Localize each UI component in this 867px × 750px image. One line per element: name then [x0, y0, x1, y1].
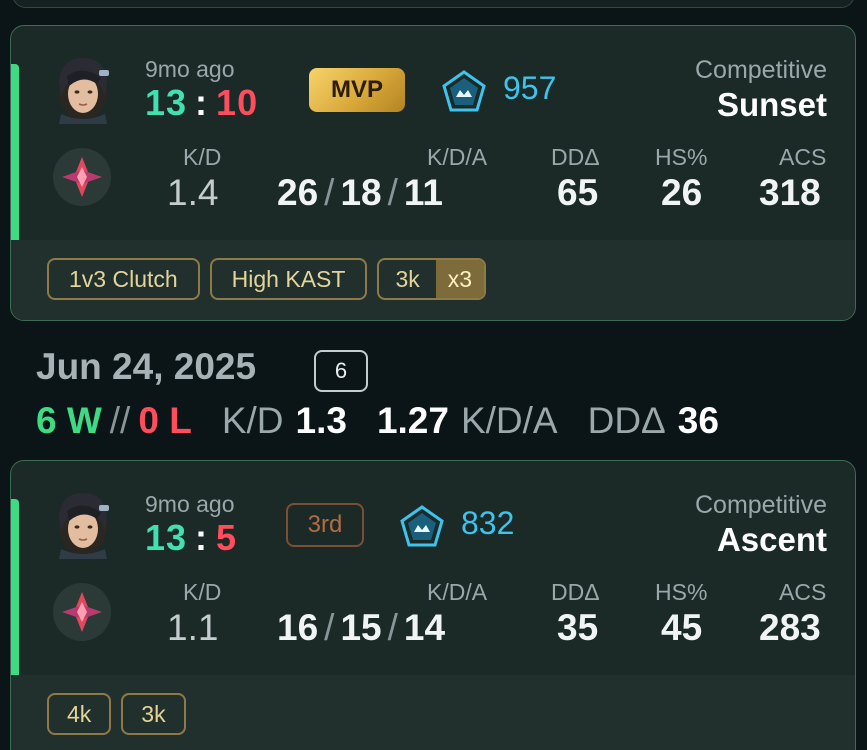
- kda-separator: /: [387, 607, 398, 648]
- rounds-won: 13: [145, 82, 188, 123]
- match-tags: 1v3 Clutch High KAST 3k x3: [11, 240, 855, 320]
- deaths-value: 15: [340, 607, 382, 648]
- day-date: Jun 24, 2025: [36, 346, 257, 387]
- match-tag: 1v3 Clutch: [47, 258, 200, 300]
- day-losses: 0 L: [138, 400, 192, 441]
- dda-value: 65: [557, 172, 599, 213]
- match-time-ago: 9mo ago: [145, 491, 235, 517]
- day-match-count: 6: [314, 350, 368, 392]
- deaths-value: 18: [340, 172, 382, 213]
- mvp-badge: MVP: [309, 68, 405, 112]
- rank-diamond-icon: [53, 583, 111, 641]
- acs-label: ACS: [779, 144, 827, 170]
- kd-value: 1.4: [167, 172, 219, 213]
- day-dda-value: 36: [677, 400, 719, 441]
- score-separator: :: [195, 82, 209, 123]
- match-tag: 3k: [121, 693, 186, 735]
- hs-value: 26: [661, 172, 703, 213]
- rank-pentagon-icon: [442, 70, 486, 112]
- hs-value: 45: [661, 607, 703, 648]
- map-name: Ascent: [716, 521, 827, 558]
- kda-value: 16/15/14: [277, 607, 445, 649]
- match-tag: 4k: [47, 693, 112, 735]
- acs-value: 318: [759, 172, 821, 213]
- game-mode: Competitive: [695, 491, 827, 519]
- rank-diamond-icon: [53, 148, 111, 206]
- kd-label: K/D: [183, 579, 222, 605]
- match-tags: 4k 3k: [11, 675, 855, 750]
- match-card[interactable]: 9mo ago 13:10 MVP 957 Competitive Sunset…: [10, 25, 856, 321]
- match-tag: High KAST: [209, 258, 368, 300]
- acs-value: 283: [759, 607, 821, 648]
- rank-pentagon-icon: [400, 505, 444, 547]
- multikill-label: 3k: [395, 265, 420, 292]
- day-kd-value: 1.3: [295, 400, 347, 441]
- kda-separator: /: [387, 172, 398, 213]
- rank-rating: 832: [461, 505, 515, 541]
- day-summary-header: Jun 24, 2025 6 6 W//0 L K/D 1.3 1.27 K/D/A DD…: [36, 346, 856, 446]
- dda-label: DDΔ: [551, 144, 600, 170]
- agent-portrait-icon: [59, 58, 109, 124]
- multikill-count: x3: [435, 260, 485, 298]
- kda-value: 26/18/11: [277, 172, 443, 214]
- kda-label: K/D/A: [427, 579, 488, 605]
- rank-rating: 957: [503, 70, 557, 106]
- kd-label: K/D: [183, 144, 222, 170]
- day-stats: 6 W//0 L K/D 1.3 1.27 K/D/A DDΔ 36: [36, 400, 719, 442]
- day-kd-label: K/D: [221, 400, 284, 441]
- map-name: Sunset: [716, 86, 827, 123]
- assists-value: 14: [403, 607, 446, 648]
- rounds-won: 13: [145, 517, 188, 558]
- hs-label: HS%: [655, 579, 708, 605]
- assists-value: 11: [403, 172, 443, 213]
- multikill-tag: 3k x3: [377, 258, 487, 300]
- game-mode: Competitive: [695, 56, 827, 84]
- rounds-lost: 5: [216, 517, 238, 558]
- rounds-lost: 10: [216, 82, 259, 123]
- match-card[interactable]: 9mo ago 13:5 3rd 832 Competitive Ascent …: [10, 460, 856, 750]
- kills-value: 26: [277, 172, 319, 213]
- day-dda-label: DDΔ: [587, 400, 666, 441]
- score-separator: :: [195, 517, 209, 558]
- agent-portrait-icon: [59, 493, 109, 559]
- dda-label: DDΔ: [551, 579, 600, 605]
- dda-value: 35: [557, 607, 599, 648]
- kills-value: 16: [277, 607, 319, 648]
- match-score: 13:5: [145, 517, 237, 559]
- day-record-separator: //: [109, 400, 131, 441]
- day-wins: 6 W: [36, 400, 102, 441]
- day-kda-label: K/D/A: [460, 400, 558, 441]
- acs-label: ACS: [779, 579, 827, 605]
- kda-separator: /: [324, 607, 335, 648]
- match-history: 9mo ago 13:10 MVP 957 Competitive Sunset…: [0, 0, 867, 750]
- hs-label: HS%: [655, 144, 708, 170]
- match-time-ago: 9mo ago: [145, 56, 235, 82]
- day-kda-value: 1.27: [376, 400, 449, 441]
- placement-badge: 3rd: [286, 503, 364, 547]
- previous-match-card[interactable]: [12, 0, 855, 8]
- match-score: 13:10: [145, 82, 258, 124]
- kda-label: K/D/A: [427, 144, 488, 170]
- kd-value: 1.1: [167, 607, 219, 648]
- kda-separator: /: [324, 172, 335, 213]
